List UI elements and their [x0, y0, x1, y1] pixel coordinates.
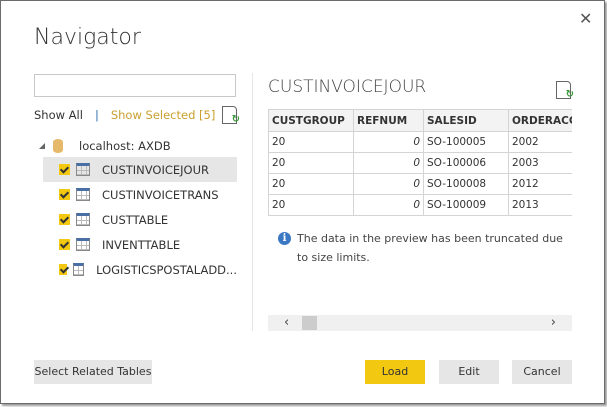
panel-divider	[252, 73, 253, 331]
checkbox[interactable]	[59, 189, 70, 200]
server-node[interactable]: localhost: AXDB	[39, 138, 171, 154]
table-item-label: INVENTTABLE	[102, 237, 181, 252]
column-header[interactable]: SALESID	[423, 109, 509, 132]
checkbox[interactable]	[59, 214, 70, 225]
preview-table-container: CUSTGROUPREFNUMSALESIDORDERACCO 200SO-10…	[268, 109, 572, 219]
show-selected-link[interactable]: Show Selected [5]	[111, 108, 215, 122]
table-cell: 20	[268, 194, 354, 216]
table-cell: SO-100005	[423, 131, 509, 153]
dialog-title: Navigator	[34, 25, 141, 50]
table-cell: 0	[353, 194, 424, 216]
table-cell: 2002	[508, 131, 572, 153]
table-cell: SO-100006	[423, 152, 509, 174]
refresh-icon[interactable]: ↻	[222, 106, 240, 125]
table-cell: 0	[353, 131, 424, 153]
table-row: 20 0 SO-100008 2012	[268, 173, 572, 195]
database-icon	[53, 139, 63, 153]
filter-links: Show All | Show Selected [5]	[34, 108, 215, 122]
table-cell: 20	[268, 131, 354, 153]
table-cell: 2012	[508, 173, 572, 195]
close-icon[interactable]: ✕	[579, 9, 592, 28]
navigator-dialog: Navigator ✕ Show All | Show Selected [5] ↻…	[0, 0, 605, 404]
table-cell: 0	[353, 152, 424, 174]
server-label: localhost: AXDB	[79, 139, 171, 153]
table-cell: SO-100009	[423, 194, 509, 216]
table-icon	[76, 213, 90, 226]
table-item[interactable]: INVENTTABLE	[43, 232, 237, 257]
truncation-notice: i The data in the preview has been trunc…	[278, 229, 568, 267]
horizontal-scrollbar[interactable]: ‹ ›	[268, 315, 572, 331]
table-icon	[76, 238, 90, 251]
preview-refresh-icon[interactable]: ↻	[556, 81, 574, 100]
table-cell: 0	[353, 173, 424, 195]
table-cell: 2013	[508, 194, 572, 216]
column-header[interactable]: REFNUM	[353, 109, 424, 132]
table-row: 20 0 SO-100009 2013	[268, 194, 572, 216]
table-cell: 20	[268, 152, 354, 174]
show-all-link[interactable]: Show All	[34, 108, 83, 122]
table-item-label: CUSTTABLE	[102, 212, 169, 227]
checkbox[interactable]	[59, 239, 70, 250]
checkbox[interactable]	[59, 164, 70, 175]
table-icon	[76, 188, 90, 201]
scrollbar-thumb[interactable]	[302, 316, 317, 330]
table-cell: 2003	[508, 152, 572, 174]
scroll-right-icon[interactable]: ›	[551, 315, 556, 330]
table-item[interactable]: LOGISTICSPOSTALADD...	[43, 257, 237, 282]
preview-table: CUSTGROUPREFNUMSALESIDORDERACCO 200SO-10…	[268, 109, 572, 216]
table-icon	[76, 163, 90, 176]
table-item-label: CUSTINVOICETRANS	[102, 187, 219, 202]
table-row: 20 0 SO-100005 2002	[268, 131, 572, 153]
search-input[interactable]	[34, 74, 236, 97]
column-header[interactable]: ORDERACCO	[508, 109, 572, 132]
table-row: 20 0 SO-100006 2003	[268, 152, 572, 174]
table-item[interactable]: CUSTINVOICEJOUR	[43, 157, 237, 182]
scroll-left-icon[interactable]: ‹	[284, 315, 289, 330]
edit-button[interactable]: Edit	[439, 360, 499, 384]
table-item-label: LOGISTICSPOSTALADD...	[96, 262, 237, 277]
info-icon: i	[278, 232, 291, 245]
checkbox[interactable]	[59, 264, 68, 275]
load-button[interactable]: Load	[365, 360, 425, 384]
table-cell: SO-100008	[423, 173, 509, 195]
preview-title: CUSTINVOICEJOUR	[268, 77, 427, 97]
table-item-label: CUSTINVOICEJOUR	[102, 162, 210, 177]
table-item[interactable]: CUSTINVOICETRANS	[43, 182, 237, 207]
table-item[interactable]: CUSTTABLE	[43, 207, 237, 232]
select-related-tables-button[interactable]: Select Related Tables	[34, 360, 152, 384]
collapse-triangle-icon[interactable]	[39, 143, 45, 149]
info-text: The data in the preview has been truncat…	[297, 232, 563, 264]
table-icon	[73, 263, 85, 276]
separator: |	[94, 108, 99, 122]
column-header[interactable]: CUSTGROUP	[268, 109, 354, 132]
cancel-button[interactable]: Cancel	[512, 360, 572, 384]
table-cell: 20	[268, 173, 354, 195]
